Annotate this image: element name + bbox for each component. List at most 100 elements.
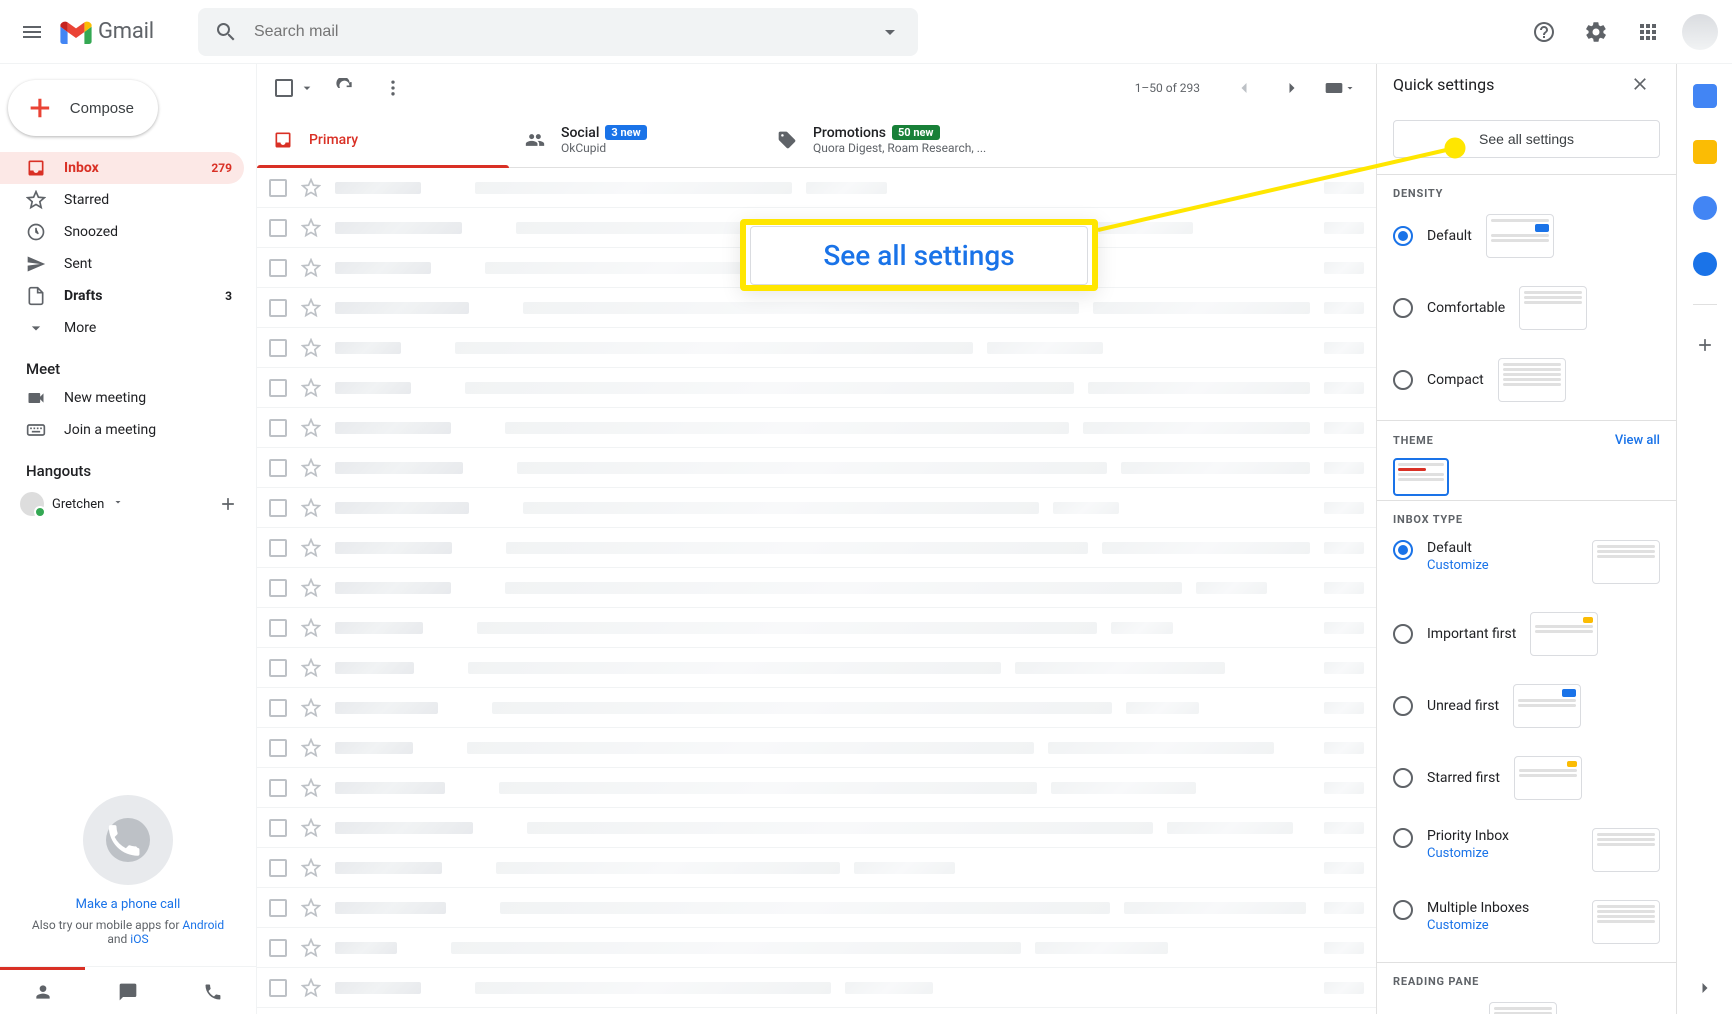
star-outline-icon[interactable] [301,418,321,438]
star-outline-icon[interactable] [301,938,321,958]
star-outline-icon[interactable] [301,258,321,278]
hangouts-chat-tab[interactable] [85,967,170,1014]
sidebar-item-starred[interactable]: Starred [0,184,244,216]
star-outline-icon[interactable] [301,618,321,638]
row-checkbox[interactable] [269,339,287,357]
mail-row[interactable] [257,928,1376,968]
density-option-compact[interactable]: Compact [1393,344,1660,416]
row-checkbox[interactable] [269,459,287,477]
row-checkbox[interactable] [269,739,287,757]
mail-row[interactable] [257,968,1376,1008]
row-checkbox[interactable] [269,819,287,837]
star-outline-icon[interactable] [301,778,321,798]
star-outline-icon[interactable] [301,178,321,198]
row-checkbox[interactable] [269,699,287,717]
inbox-type-unread-first[interactable]: Unread first [1393,670,1660,742]
star-outline-icon[interactable] [301,338,321,358]
row-checkbox[interactable] [269,499,287,517]
sidebar-item-join-meeting[interactable]: Join a meeting [0,414,244,446]
star-outline-icon[interactable] [301,378,321,398]
compose-button[interactable]: Compose [8,80,158,136]
star-outline-icon[interactable] [301,738,321,758]
star-outline-icon[interactable] [301,698,321,718]
density-option-default[interactable]: Default [1393,200,1660,272]
row-checkbox[interactable] [269,539,287,557]
row-checkbox[interactable] [269,979,287,997]
android-link[interactable]: Android [182,918,224,932]
row-checkbox[interactable] [269,779,287,797]
mail-row[interactable] [257,328,1376,368]
star-outline-icon[interactable] [301,538,321,558]
customize-link[interactable]: Customize [1427,846,1578,861]
mail-row[interactable] [257,248,1376,288]
mail-row[interactable] [257,208,1376,248]
search-bar[interactable] [198,8,918,56]
star-outline-icon[interactable] [301,218,321,238]
hangouts-self-row[interactable]: Gretchen [0,484,256,524]
star-outline-icon[interactable] [301,858,321,878]
main-menu-button[interactable] [8,8,56,56]
input-tools-button[interactable] [1320,68,1360,108]
mail-row[interactable] [257,488,1376,528]
row-checkbox[interactable] [269,899,287,917]
get-addons-button[interactable] [1685,325,1725,365]
mail-list[interactable] [257,168,1376,1014]
tab-social[interactable]: Social 3 new OkCupid [509,112,761,167]
more-button[interactable] [373,68,413,108]
mail-row[interactable] [257,568,1376,608]
mail-row[interactable] [257,608,1376,648]
google-apps-button[interactable] [1624,8,1672,56]
mail-row[interactable] [257,768,1376,808]
theme-view-all-link[interactable]: View all [1615,433,1660,448]
row-checkbox[interactable] [269,859,287,877]
mail-row[interactable] [257,848,1376,888]
hangouts-phone-tab[interactable] [171,967,256,1014]
inbox-type-multiple[interactable]: Multiple Inboxes Customize [1393,886,1660,958]
customize-link[interactable]: Customize [1427,558,1578,573]
row-checkbox[interactable] [269,219,287,237]
theme-thumbnail[interactable] [1393,458,1449,496]
select-all-button[interactable] [273,64,317,112]
mail-row[interactable] [257,688,1376,728]
contacts-addon[interactable] [1685,244,1725,284]
star-outline-icon[interactable] [301,458,321,478]
gmail-logo[interactable]: Gmail [60,19,194,44]
mail-row[interactable] [257,808,1376,848]
star-outline-icon[interactable] [301,658,321,678]
hide-side-panel-button[interactable] [1685,974,1725,1014]
row-checkbox[interactable] [269,179,287,197]
star-outline-icon[interactable] [301,978,321,998]
mail-row[interactable] [257,888,1376,928]
account-button[interactable] [1676,8,1724,56]
mail-row[interactable] [257,528,1376,568]
search-options-button[interactable] [870,12,910,52]
inbox-type-default[interactable]: Default Customize [1393,526,1660,598]
support-button[interactable] [1520,8,1568,56]
calendar-addon[interactable] [1685,76,1725,116]
star-outline-icon[interactable] [301,498,321,518]
star-outline-icon[interactable] [301,818,321,838]
hangouts-contacts-tab[interactable] [0,967,85,1014]
row-checkbox[interactable] [269,379,287,397]
inbox-type-starred-first[interactable]: Starred first [1393,742,1660,814]
sidebar-item-sent[interactable]: Sent [0,248,244,280]
sidebar-item-inbox[interactable]: Inbox 279 [0,152,244,184]
row-checkbox[interactable] [269,579,287,597]
mail-row[interactable] [257,288,1376,328]
settings-button[interactable] [1572,8,1620,56]
newer-button[interactable] [1224,68,1264,108]
row-checkbox[interactable] [269,299,287,317]
star-outline-icon[interactable] [301,898,321,918]
mail-row[interactable] [257,1008,1376,1014]
hangouts-new-button[interactable] [212,488,244,520]
tab-promotions[interactable]: Promotions 50 new Quora Digest, Roam Res… [761,112,1013,167]
mail-row[interactable] [257,448,1376,488]
mail-row[interactable] [257,728,1376,768]
mail-row[interactable] [257,648,1376,688]
ios-link[interactable]: iOS [130,932,148,946]
sidebar-item-snoozed[interactable]: Snoozed [0,216,244,248]
customize-link[interactable]: Customize [1427,918,1578,933]
row-checkbox[interactable] [269,419,287,437]
inbox-type-important-first[interactable]: Important first [1393,598,1660,670]
star-outline-icon[interactable] [301,298,321,318]
